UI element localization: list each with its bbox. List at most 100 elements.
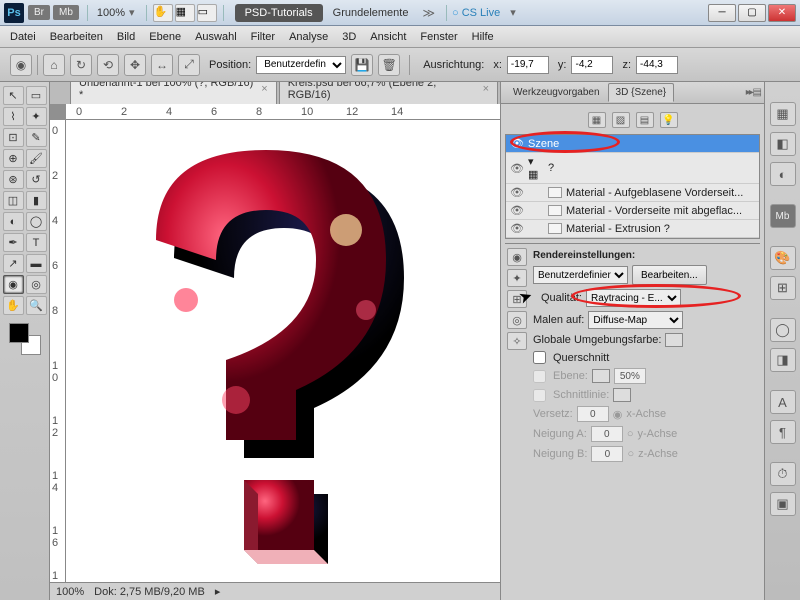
close-button[interactable]: ✕ <box>768 4 796 22</box>
menu-3d[interactable]: 3D <box>342 31 356 43</box>
menu-ansicht[interactable]: Ansicht <box>370 31 406 43</box>
dock-styles-icon[interactable]: ◧ <box>770 132 796 156</box>
cross-section-checkbox[interactable] <box>533 351 546 364</box>
status-zoom[interactable]: 100% <box>56 586 84 598</box>
app-icon[interactable]: Ps <box>4 3 24 23</box>
close-tab-icon[interactable]: × <box>261 83 267 95</box>
global-color-swatch[interactable] <box>665 333 683 347</box>
scene-row-scene[interactable]: 👁 Szene <box>506 135 759 153</box>
workspace-other[interactable]: Grundelemente <box>325 4 417 22</box>
dock-mask-icon[interactable]: ◯ <box>770 318 796 342</box>
arrange-icon[interactable]: ▦ <box>175 4 195 22</box>
render-cam-icon[interactable]: ✦ <box>507 269 527 287</box>
dock-mb-icon[interactable]: Mb <box>770 204 796 228</box>
path-tool[interactable]: ↗ <box>3 254 24 273</box>
lasso-tool[interactable]: ⌇ <box>3 107 24 126</box>
hand-icon[interactable]: ✋ <box>153 4 173 22</box>
dock-swatches-icon[interactable]: ▦ <box>770 102 796 126</box>
maximize-button[interactable]: ▢ <box>738 4 766 22</box>
edit-button[interactable]: Bearbeiten... <box>632 265 707 285</box>
filter-material-icon[interactable]: ▤ <box>636 112 654 128</box>
3d-camera-tool[interactable]: ◎ <box>26 275 47 294</box>
heal-tool[interactable]: ⊕ <box>3 149 24 168</box>
dock-layers-icon[interactable]: ◨ <box>770 348 796 372</box>
panel-tab-presets[interactable]: Werkzeugvorgaben <box>505 83 608 102</box>
shape-tool[interactable]: ▬ <box>26 254 47 273</box>
paint-select[interactable]: Diffuse-Map <box>588 311 683 329</box>
bridge-badge[interactable]: Br <box>28 5 50 20</box>
panel-tab-3d[interactable]: 3D {Szene} <box>608 83 675 102</box>
minibridge-badge[interactable]: Mb <box>53 5 79 20</box>
filter-scene-icon[interactable]: ▦ <box>588 112 606 128</box>
zoom-tool[interactable]: 🔍 <box>26 296 47 315</box>
3d-rotate-icon[interactable]: ↻ <box>70 54 92 76</box>
z-input[interactable] <box>636 56 678 74</box>
menu-ebene[interactable]: Ebene <box>149 31 181 43</box>
color-swatches[interactable] <box>9 323 41 355</box>
menu-analyse[interactable]: Analyse <box>289 31 328 43</box>
scene-row-mat3[interactable]: 👁 Material - Extrusion ? <box>506 220 759 238</box>
scene-row-mat2[interactable]: 👁 Material - Vorderseite mit abgeflac... <box>506 202 759 220</box>
dock-char-icon[interactable]: A <box>770 390 796 414</box>
panel-expand-icon[interactable]: ▸▸ ▤ <box>746 87 760 98</box>
eyedropper-tool[interactable]: ✎ <box>26 128 47 147</box>
dodge-tool[interactable]: ◯ <box>26 212 47 231</box>
tool-preset-icon[interactable]: ◉ <box>10 54 32 76</box>
minimize-button[interactable]: ─ <box>708 4 736 22</box>
scene-row-q[interactable]: 👁 ▾ ▦? <box>506 153 759 184</box>
marquee-tool[interactable]: ▭ <box>26 86 47 105</box>
scene-row-mat1[interactable]: 👁 Material - Aufgeblasene Vorderseit... <box>506 184 759 202</box>
filter-light-icon[interactable]: 💡 <box>660 112 678 128</box>
doc-tab-1[interactable]: Unbenannt-1 bei 100% (?, RGB/16) *× <box>70 82 277 104</box>
dock-adjust-icon[interactable]: ◐ <box>770 162 796 186</box>
visibility-icon[interactable]: 👁 <box>510 137 524 150</box>
render-preset-select[interactable]: Benutzerdefiniert <box>533 266 628 284</box>
stamp-tool[interactable]: ⊛ <box>3 170 24 189</box>
position-select[interactable]: Benutzerdefin... <box>256 56 346 74</box>
render-mesh-icon[interactable]: ✧ <box>507 332 527 350</box>
workspace-more-icon[interactable]: ≫ <box>422 6 435 20</box>
dock-color-icon[interactable]: 🎨 <box>770 246 796 270</box>
menu-bild[interactable]: Bild <box>117 31 135 43</box>
menu-datei[interactable]: Datei <box>10 31 36 43</box>
menu-auswahl[interactable]: Auswahl <box>195 31 237 43</box>
doc-tab-2[interactable]: Kreis.psd bei 66,7% (Ebene 2, RGB/16)× <box>279 82 498 104</box>
menu-hilfe[interactable]: Hilfe <box>472 31 494 43</box>
close-tab-icon[interactable]: × <box>483 83 489 95</box>
screen-icon[interactable]: ▭ <box>197 4 217 22</box>
menu-bearbeiten[interactable]: Bearbeiten <box>50 31 103 43</box>
hand-tool[interactable]: ✋ <box>3 296 24 315</box>
move-tool[interactable]: ↖ <box>3 86 24 105</box>
3d-scale-icon[interactable]: ⤢ <box>178 54 200 76</box>
history-brush[interactable]: ↺ <box>26 170 47 189</box>
eraser-tool[interactable]: ◫ <box>3 191 24 210</box>
render-cam2-icon[interactable]: ◎ <box>507 311 527 329</box>
menu-fenster[interactable]: Fenster <box>420 31 457 43</box>
3d-home-icon[interactable]: ⌂ <box>43 54 65 76</box>
3d-object-tool[interactable]: ◉ <box>3 275 24 294</box>
save-icon[interactable]: 💾 <box>351 54 373 76</box>
type-tool[interactable]: T <box>26 233 47 252</box>
x-input[interactable] <box>507 56 549 74</box>
zoom-display[interactable]: 100% <box>97 7 125 19</box>
visibility-icon[interactable]: 👁 <box>510 204 524 217</box>
cslive-button[interactable]: CS Live <box>452 7 500 19</box>
workspace-active[interactable]: PSD-Tutorials <box>235 4 323 22</box>
visibility-icon[interactable]: 👁 <box>510 186 524 199</box>
3d-roll-icon[interactable]: ⟲ <box>97 54 119 76</box>
quality-select[interactable]: Raytracing - E... <box>586 289 681 307</box>
blur-tool[interactable]: ◐ <box>3 212 24 231</box>
dock-nav-icon[interactable]: ▣ <box>770 492 796 516</box>
dock-brush-icon[interactable]: ⊞ <box>770 276 796 300</box>
3d-slide-icon[interactable]: ↔ <box>151 54 173 76</box>
trash-icon[interactable]: 🗑 <box>378 54 400 76</box>
gradient-tool[interactable]: ▮ <box>26 191 47 210</box>
3d-pan-icon[interactable]: ✥ <box>124 54 146 76</box>
wand-tool[interactable]: ✦ <box>26 107 47 126</box>
visibility-icon[interactable]: 👁 <box>510 162 524 175</box>
dock-para-icon[interactable]: ¶ <box>770 420 796 444</box>
crop-tool[interactable]: ⊡ <box>3 128 24 147</box>
status-dok[interactable]: Dok: 2,75 MB/9,20 MB <box>94 586 205 598</box>
y-input[interactable] <box>571 56 613 74</box>
filter-mesh-icon[interactable]: ▨ <box>612 112 630 128</box>
